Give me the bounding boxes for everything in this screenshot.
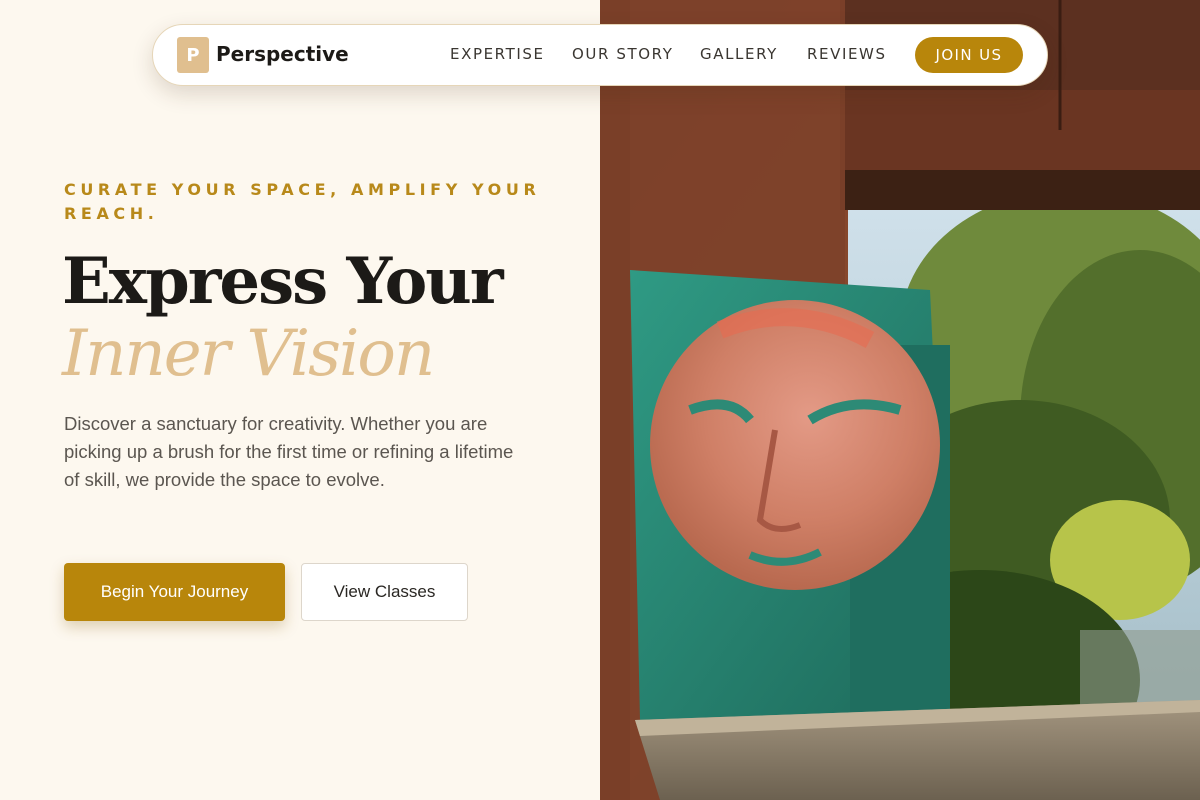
logo-icon[interactable]: P bbox=[177, 37, 209, 73]
nav-link-reviews[interactable]: REVIEWS bbox=[807, 45, 887, 63]
nav-link-our-story[interactable]: OUR STORY bbox=[572, 45, 674, 63]
brand-name[interactable]: Perspective bbox=[216, 42, 349, 66]
join-us-button[interactable]: JOIN US bbox=[915, 37, 1023, 73]
nav-link-expertise[interactable]: EXPERTISE bbox=[450, 45, 545, 63]
hero-description: Discover a sanctuary for creativity. Whe… bbox=[64, 413, 514, 490]
mural-artwork-image bbox=[600, 0, 1200, 800]
hero-left-panel: CURATE YOUR SPACE, AMPLIFY YOUR REACH. E… bbox=[0, 0, 600, 800]
top-navbar: P Perspective EXPERTISE OUR STORY GALLER… bbox=[152, 24, 1048, 86]
hero-image bbox=[600, 0, 1200, 800]
view-classes-button[interactable]: View Classes bbox=[301, 563, 468, 621]
hero-headline-line1: Express Your bbox=[62, 244, 504, 319]
hero-headline-line2: Inner Vision bbox=[62, 317, 435, 391]
hero-eyebrow: CURATE YOUR SPACE, AMPLIFY YOUR REACH. bbox=[64, 180, 541, 223]
begin-journey-button[interactable]: Begin Your Journey bbox=[64, 563, 285, 621]
nav-link-gallery[interactable]: GALLERY bbox=[700, 45, 778, 63]
